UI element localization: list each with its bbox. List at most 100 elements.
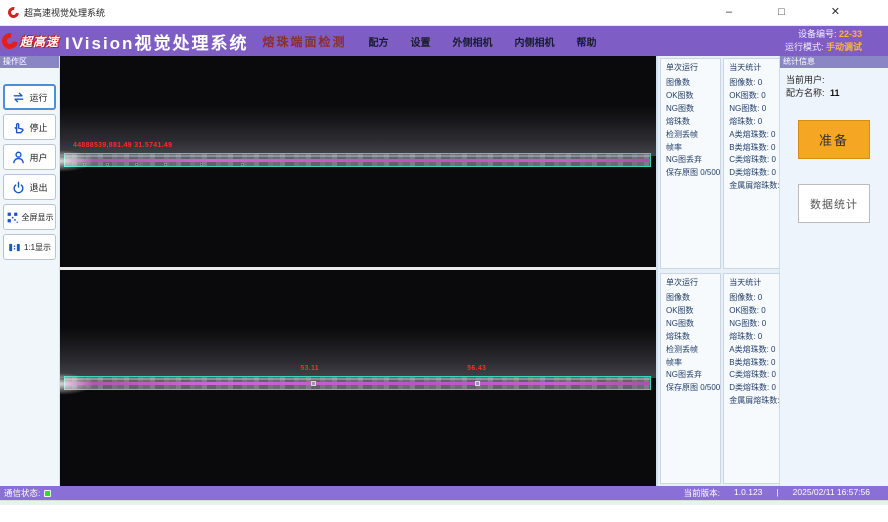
stat-row: OK图数: 0 [729, 90, 786, 103]
header-device-info: 设备编号: 22-33 运行模式: 手动调试 [785, 28, 862, 54]
stat-row: 图像数 [666, 77, 720, 90]
app-logo-icon [6, 5, 21, 20]
info-panel-title: 统计信息 [780, 56, 888, 68]
run-button[interactable]: 运行 [3, 84, 56, 110]
today-stats-group: 当天统计 图像数: 0OK图数: 0NG图数: 0熔珠数: 0A类熔珠数: 0B… [723, 58, 787, 269]
today-stats-group: 当天统计 图像数: 0OK图数: 0NG图数: 0熔珠数: 0A类熔珠数: 0B… [723, 273, 787, 484]
one-to-one-button[interactable]: 1:1显示 [3, 234, 56, 260]
stat-row: NG图数 [666, 318, 720, 331]
bead-line [65, 159, 650, 162]
app-subtitle: 熔珠端面检测 [262, 33, 346, 50]
stat-row: D类熔珠数: 0 [729, 382, 786, 395]
menu-item[interactable]: 帮助 [576, 34, 596, 49]
stat-row: 熔珠数 [666, 331, 720, 344]
window-bottom-edge [0, 500, 888, 505]
fullscreen-button[interactable]: 全屏显示 [3, 204, 56, 230]
stat-row: 金属屑熔珠数: 0 [729, 180, 786, 193]
comm-status-label: 通信状态: [4, 487, 40, 499]
power-icon [11, 180, 26, 195]
fullscreen-icon [6, 211, 19, 224]
stat-row: 熔珠数: 0 [729, 331, 786, 344]
stat-row: C类熔珠数: 0 [729, 154, 786, 167]
inner-camera-stats: 单次运行 图像数OK图数NG图数熔珠数检测丢帧帧率NG图丢弃保存原图 0/500… [658, 271, 779, 486]
brand-logo-text: 超高速 [20, 33, 59, 50]
minimize-button[interactable]: – [726, 7, 732, 18]
stat-row: 金属屑熔珠数: 0 [729, 395, 786, 408]
statistics-column: 单次运行 图像数OK图数NG图数熔珠数检测丢帧帧率NG图丢弃保存原图 0/500… [656, 56, 779, 486]
user-button[interactable]: 用户 [3, 144, 56, 170]
stat-row: NG图数: 0 [729, 318, 786, 331]
menu-item[interactable]: 设置 [410, 34, 430, 49]
close-button[interactable]: ✕ [831, 7, 840, 18]
main-menu: 配方 设置 外侧相机 内侧相机 帮助 [368, 34, 596, 49]
stat-row: B类熔珠数: 0 [729, 142, 786, 155]
stat-row: 熔珠数 [666, 116, 720, 129]
stat-row: NG图数: 0 [729, 103, 786, 116]
mode-label: 运行模式: [785, 42, 824, 52]
sidebar-title: 操作区 [0, 56, 59, 68]
strip-end-glow [60, 373, 94, 395]
menu-item[interactable]: 配方 [368, 34, 388, 49]
one-to-one-icon [8, 241, 21, 254]
stat-row: 熔珠数: 0 [729, 116, 786, 129]
measurement-annotation: 44888539,881.49 31.5741.49 [73, 142, 172, 149]
brand-logo: 超高速 [2, 33, 59, 50]
user-icon [11, 150, 26, 165]
current-user-label: 当前用户: [786, 75, 825, 85]
operation-sidebar: 操作区 运行 停止 用户 [0, 56, 60, 486]
stat-row: 保存原图 0/500 [666, 167, 720, 180]
stat-row: A类熔珠数: 0 [729, 344, 786, 357]
stat-row: D类熔珠数: 0 [729, 167, 786, 180]
maximize-button[interactable]: □ [778, 7, 785, 18]
stat-row: OK图数 [666, 90, 720, 103]
menu-item[interactable]: 外侧相机 [452, 34, 492, 49]
stat-row: C类熔珠数: 0 [729, 369, 786, 382]
weld-bead-strip [64, 376, 651, 390]
device-label: 设备编号: [798, 29, 837, 39]
stat-row: 帧率 [666, 357, 720, 370]
data-statistics-button[interactable]: 数据统计 [798, 184, 870, 223]
outer-camera-view: 44888539,881.49 31.5741.49 [60, 56, 656, 267]
comm-status-led [44, 490, 51, 497]
bead-line [65, 382, 650, 385]
measurement-annotation: 56.43 [467, 365, 486, 372]
statusbar-separator: | [776, 487, 778, 499]
menu-item[interactable]: 内侧相机 [514, 34, 554, 49]
app-window: 超高速视觉处理系统 – □ ✕ 超高速 IVision视觉处理系统 熔珠端面检测… [0, 0, 888, 505]
stat-row: NG图数 [666, 103, 720, 116]
info-panel: 统计信息 当前用户: 配方名称: 11 准备 数据统计 [779, 56, 888, 486]
stat-row: 图像数 [666, 292, 720, 305]
weld-bead-strip [64, 153, 651, 167]
measurement-annotation: 53.11 [300, 365, 319, 372]
camera-viewport-column: 44888539,881.49 31.5741.49 53.11 56.43 [60, 56, 656, 486]
defect-marker [311, 381, 316, 386]
window-title: 超高速视觉处理系统 [24, 6, 105, 19]
stat-row: 检测丢帧 [666, 129, 720, 142]
mode-value: 手动调试 [826, 42, 862, 52]
stat-row: NG图丢弃 [666, 154, 720, 167]
os-titlebar: 超高速视觉处理系统 – □ ✕ [0, 0, 888, 26]
stat-row: 保存原图 0/500 [666, 382, 720, 395]
status-bar: 通信状态: 当前版本: 1.0.123 | 2025/02/11 16:57:5… [0, 486, 888, 500]
stop-button[interactable]: 停止 [3, 114, 56, 140]
stop-hand-icon [11, 120, 26, 135]
single-run-group: 单次运行 图像数OK图数NG图数熔珠数检测丢帧帧率NG图丢弃保存原图 0/500 [660, 58, 721, 269]
single-run-group: 单次运行 图像数OK图数NG图数熔珠数检测丢帧帧率NG图丢弃保存原图 0/500 [660, 273, 721, 484]
app-title: IVision视觉处理系统 [65, 29, 248, 54]
datetime-value: 2025/02/11 16:57:56 [793, 487, 870, 499]
strip-end-glow [60, 150, 94, 172]
image-haze [60, 328, 656, 378]
stat-row: 图像数: 0 [729, 77, 786, 90]
prepare-button[interactable]: 准备 [798, 120, 870, 159]
defect-marker [475, 381, 480, 386]
stat-row: 帧率 [666, 142, 720, 155]
stat-row: A类熔珠数: 0 [729, 129, 786, 142]
version-value: 1.0.123 [734, 487, 762, 499]
run-icon [11, 90, 26, 105]
stat-row: 图像数: 0 [729, 292, 786, 305]
recipe-name-value: 11 [830, 88, 840, 98]
recipe-name-label: 配方名称: [786, 88, 825, 98]
exit-button[interactable]: 退出 [3, 174, 56, 200]
stat-row: NG图丢弃 [666, 369, 720, 382]
outer-camera-stats: 单次运行 图像数OK图数NG图数熔珠数检测丢帧帧率NG图丢弃保存原图 0/500… [658, 56, 779, 271]
